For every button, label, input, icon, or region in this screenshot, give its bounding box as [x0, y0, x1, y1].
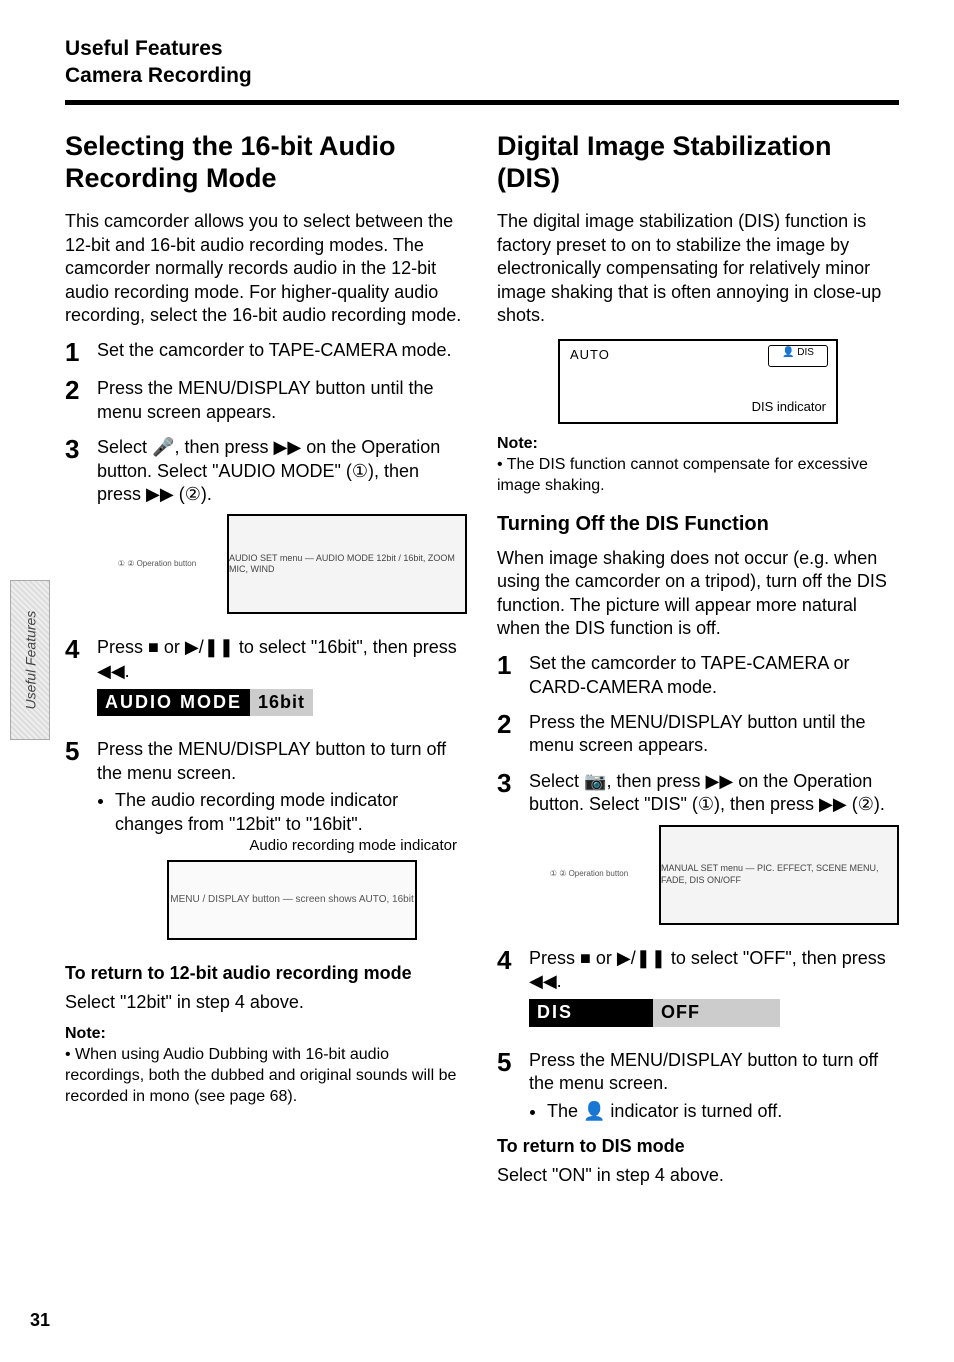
step-body: Press the MENU/DISPLAY button to turn of… [97, 738, 467, 949]
right-column: Digital Image Stabilization (DIS) The di… [497, 130, 899, 1188]
note-body: The DIS function cannot compensate for e… [497, 456, 868, 494]
dis-indicator-bar: DISOFF [529, 999, 899, 1026]
right-step-4: 4 Press ■ or ▶/❚❚ to select "OFF", then … [497, 947, 899, 1037]
indicator-light: OFF [653, 999, 780, 1026]
bullet-item: The 👤 indicator is turned off. [547, 1100, 899, 1123]
dis-box-auto: AUTO [570, 347, 610, 364]
step-body: Press the MENU/DISPLAY button until the … [529, 711, 899, 758]
left-step-4: 4 Press ■ or ▶/❚❚ to select "16bit", the… [65, 636, 467, 726]
dis-icon: 👤 DIS [768, 345, 828, 367]
step-number: 4 [497, 947, 517, 1037]
left-return-heading: To return to 12-bit audio recording mode [65, 962, 467, 985]
left-step-5: 5 Press the MENU/DISPLAY button to turn … [65, 738, 467, 949]
microphone-icon: 🎤 [152, 437, 174, 457]
note-label: Note: [65, 1025, 106, 1042]
step-text: Press ■ or ▶/❚❚ to select "OFF", then pr… [529, 948, 886, 991]
step-body: Press the MENU/DISPLAY button until the … [97, 377, 467, 424]
step-number: 1 [497, 652, 517, 699]
audio-mode-indicator-bar: AUDIO MODE16bit [97, 689, 467, 716]
step-body: Set the camcorder to TAPE-CAMERA or CARD… [529, 652, 899, 699]
right-step-3: 3 Select 📷, then press ▶▶ on the Operati… [497, 770, 899, 935]
camera-icon: 📷 [584, 771, 606, 791]
step-number: 2 [65, 377, 85, 424]
note-label: Note: [497, 435, 538, 452]
step-text: Press the MENU/DISPLAY button to turn of… [97, 739, 446, 782]
step-number: 1 [65, 339, 85, 365]
right-subsection-title: Turning Off the DIS Function [497, 511, 899, 537]
right-step-2: 2 Press the MENU/DISPLAY button until th… [497, 711, 899, 758]
step-number: 3 [65, 436, 85, 624]
header-line-1: Useful Features [65, 35, 899, 62]
page-number: 31 [30, 1309, 50, 1332]
step-body: Press the MENU/DISPLAY button to turn of… [529, 1049, 899, 1123]
left-section-title: Selecting the 16-bit Audio Recording Mod… [65, 130, 467, 195]
indicator-dark: DIS [529, 999, 653, 1026]
left-note: Note: • When using Audio Dubbing with 16… [65, 1024, 467, 1107]
menu-screen-audio-set: AUDIO SET menu — AUDIO MODE 12bit / 16bi… [227, 514, 467, 614]
content-columns: Selecting the 16-bit Audio Recording Mod… [65, 130, 899, 1188]
step-bullets: The audio recording mode indicator chang… [115, 789, 467, 836]
menu-display-figure: MENU / DISPLAY button — screen shows AUT… [167, 860, 417, 940]
step-number: 5 [65, 738, 85, 949]
header-rule [65, 100, 899, 105]
operation-button-diagram: ① ② Operation button [97, 514, 217, 614]
right-return-heading: To return to DIS mode [497, 1135, 899, 1158]
step-body: Press ■ or ▶/❚❚ to select "16bit", then … [97, 636, 467, 726]
step-text: Press the MENU/DISPLAY button to turn of… [529, 1050, 878, 1093]
step-body: Press ■ or ▶/❚❚ to select "OFF", then pr… [529, 947, 899, 1037]
step-body: Select 📷, then press ▶▶ on the Operation… [529, 770, 899, 935]
step-body: Select 🎤, then press ▶▶ on the Operation… [97, 436, 467, 624]
right-step3-figure: ① ② Operation button MANUAL SET menu — P… [529, 825, 899, 925]
left-steps: 1 Set the camcorder to TAPE-CAMERA mode.… [65, 339, 467, 949]
step-number: 5 [497, 1049, 517, 1123]
indicator-caption: Audio recording mode indicator [97, 836, 457, 856]
page-header: Useful Features Camera Recording [65, 35, 899, 90]
left-return-body: Select "12bit" in step 4 above. [65, 991, 467, 1014]
step-number: 2 [497, 711, 517, 758]
step-number: 4 [65, 636, 85, 726]
left-column: Selecting the 16-bit Audio Recording Mod… [65, 130, 467, 1188]
left-step-3: 3 Select 🎤, then press ▶▶ on the Operati… [65, 436, 467, 624]
right-section-title: Digital Image Stabilization (DIS) [497, 130, 899, 195]
right-sub-intro: When image shaking does not occur (e.g. … [497, 547, 899, 641]
indicator-dark: AUDIO MODE [97, 689, 250, 716]
left-intro: This camcorder allows you to select betw… [65, 210, 467, 327]
dis-box-caption: DIS indicator [752, 399, 826, 416]
step-text-a: Select [529, 771, 584, 791]
right-return-body: Select "ON" in step 4 above. [497, 1164, 899, 1187]
menu-screen-manual-set: MANUAL SET menu — PIC. EFFECT, SCENE MEN… [659, 825, 899, 925]
header-line-2: Camera Recording [65, 62, 899, 89]
step-number: 3 [497, 770, 517, 935]
right-steps: 1 Set the camcorder to TAPE-CAMERA or CA… [497, 652, 899, 1123]
right-step-1: 1 Set the camcorder to TAPE-CAMERA or CA… [497, 652, 899, 699]
left-step-2: 2 Press the MENU/DISPLAY button until th… [65, 377, 467, 424]
bullet-item: The audio recording mode indicator chang… [115, 789, 467, 836]
step-bullets: The 👤 indicator is turned off. [547, 1100, 899, 1123]
side-tab-useful-features: Useful Features [10, 580, 50, 740]
step-text-a: Select [97, 437, 152, 457]
step-text: Press ■ or ▶/❚❚ to select "16bit", then … [97, 637, 457, 680]
indicator-light: 16bit [250, 689, 313, 716]
dis-indicator-figure: AUTO 👤 DIS DIS indicator [558, 339, 838, 424]
side-tab-label: Useful Features [21, 611, 39, 710]
right-intro: The digital image stabilization (DIS) fu… [497, 210, 899, 327]
right-step-5: 5 Press the MENU/DISPLAY button to turn … [497, 1049, 899, 1123]
step-body: Set the camcorder to TAPE-CAMERA mode. [97, 339, 467, 365]
operation-button-diagram: ① ② Operation button [529, 825, 649, 925]
left-step-1: 1 Set the camcorder to TAPE-CAMERA mode. [65, 339, 467, 365]
left-step3-figure: ① ② Operation button AUDIO SET menu — AU… [97, 514, 467, 614]
right-note: Note: • The DIS function cannot compensa… [497, 434, 899, 496]
note-body: When using Audio Dubbing with 16-bit aud… [65, 1046, 456, 1105]
